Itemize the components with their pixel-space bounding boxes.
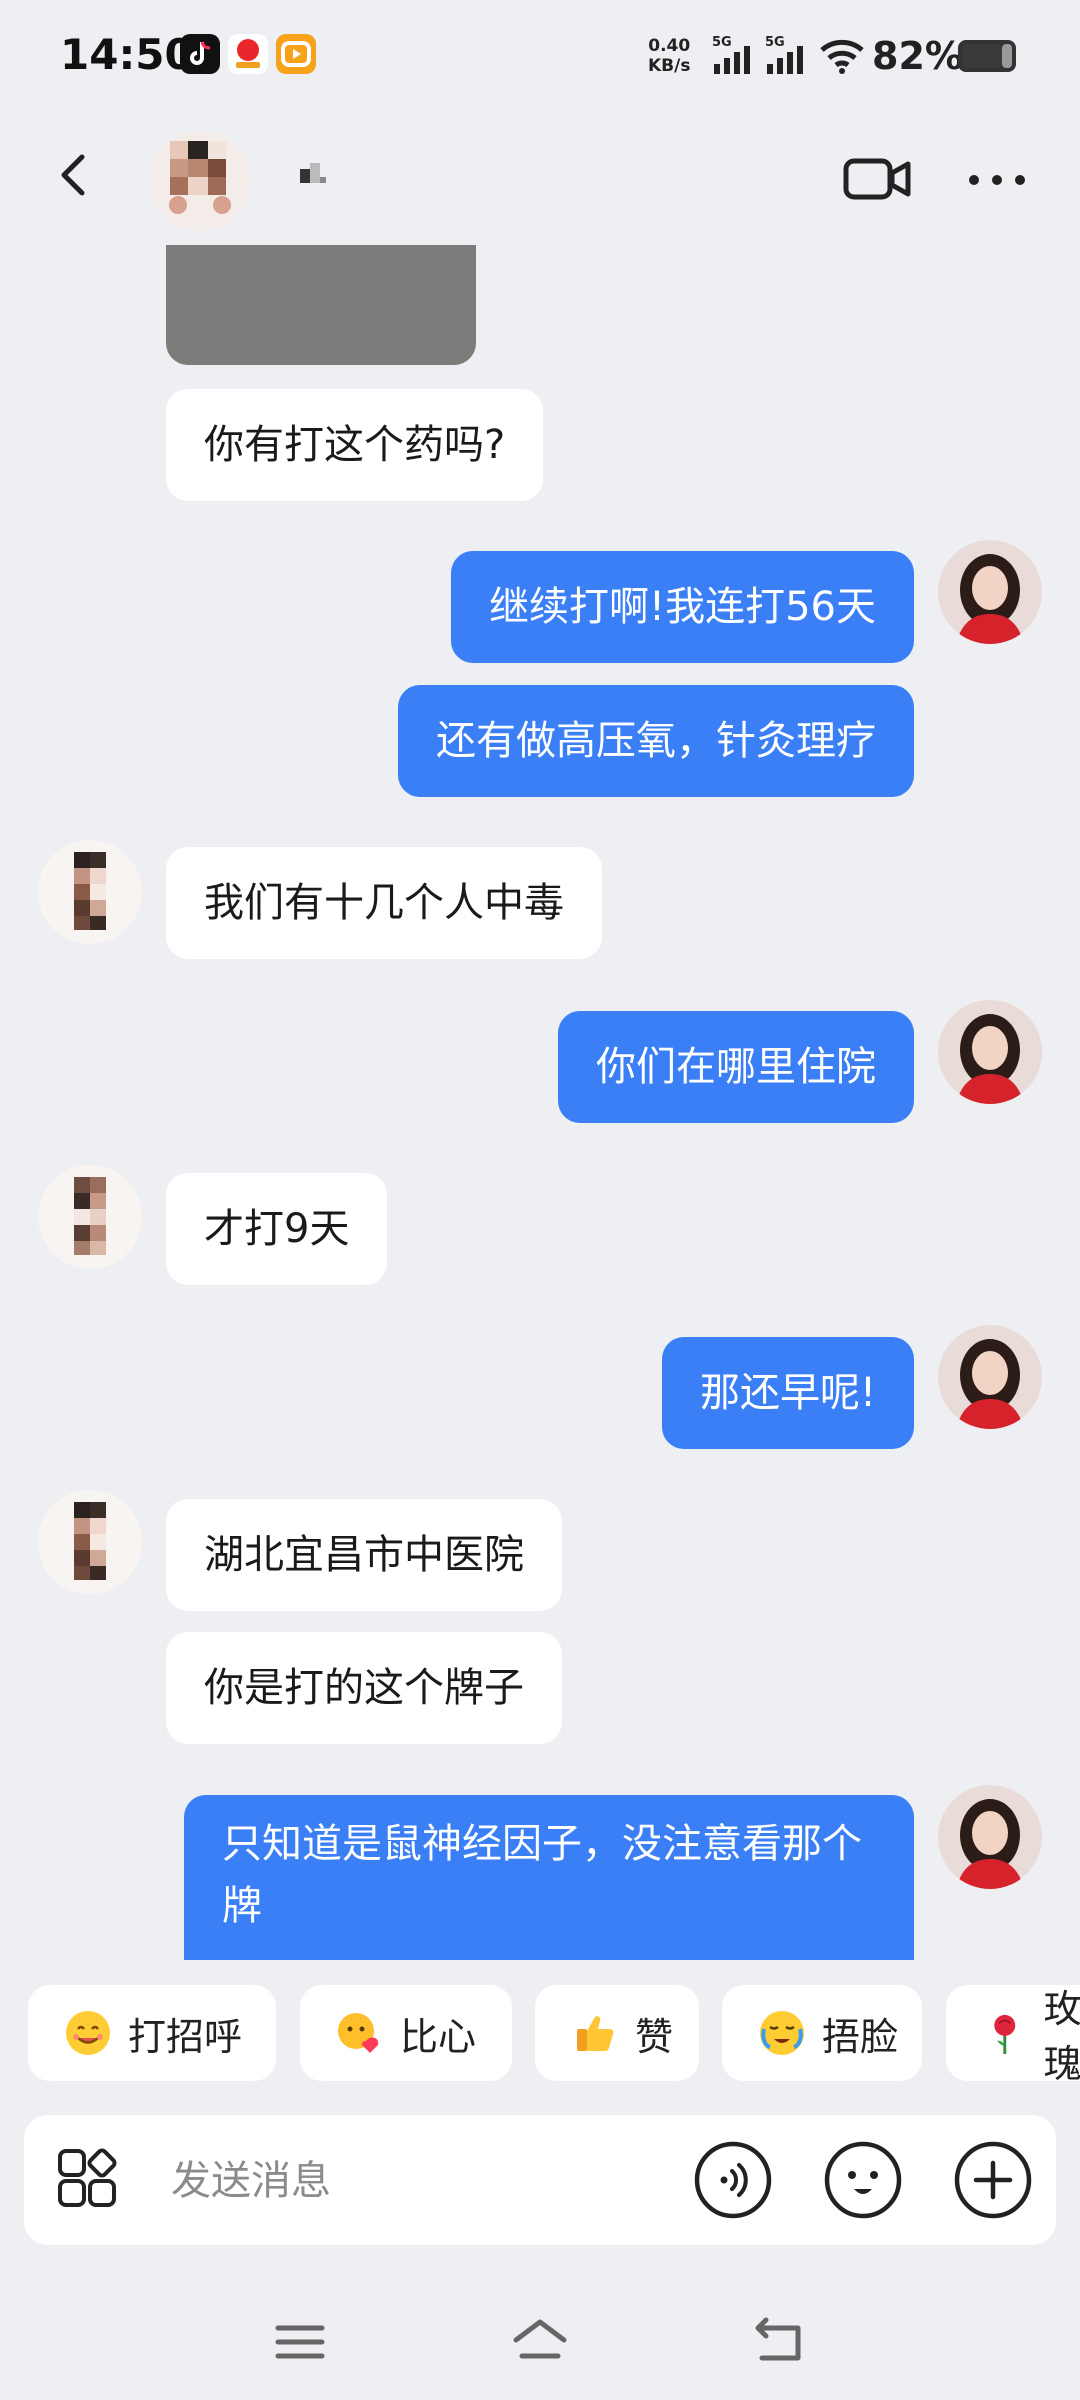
- facepalm-emoji-icon: [760, 2011, 804, 2055]
- heart-hands-emoji-icon: [338, 2013, 379, 2053]
- battery-icon: [958, 40, 1016, 72]
- contact-avatar-small[interactable]: [38, 1165, 142, 1269]
- battery-percent: 82%: [872, 34, 963, 78]
- my-avatar[interactable]: [938, 540, 1042, 644]
- contact-avatar-small[interactable]: [38, 840, 142, 944]
- video-call-button[interactable]: [842, 151, 914, 207]
- message-bubble-incoming[interactable]: 湖北宜昌市中医院: [166, 1499, 562, 1611]
- signal-5g-icon-2: 5G: [765, 34, 811, 82]
- status-time: 14:50: [60, 30, 194, 79]
- my-avatar[interactable]: [938, 1785, 1042, 1889]
- back-nav-icon: [755, 2317, 801, 2361]
- add-button[interactable]: [952, 2139, 1034, 2221]
- my-avatar[interactable]: [938, 1325, 1042, 1429]
- video-app-notification-icon: [276, 34, 316, 74]
- network-speed: 0.40 KB/s: [648, 36, 691, 76]
- message-input[interactable]: [169, 2149, 673, 2213]
- status-bar: 14:50 0.40 KB/s 5G 5G 82%: [0, 0, 1080, 115]
- back-nav-button[interactable]: [748, 2310, 812, 2374]
- thumbs-up-emoji-icon: [577, 2016, 614, 2051]
- quick-reply-chip[interactable]: 赞: [535, 1985, 699, 2081]
- quick-reply-chip[interactable]: 捂脸: [722, 1985, 922, 2081]
- signal-5g-icon: 5G: [712, 34, 758, 82]
- image-message[interactable]: [166, 245, 476, 365]
- home-icon: [513, 2319, 567, 2359]
- message-list[interactable]: 你有打这个药吗? 继续打啊!我连打56天 还有做高压氧，针灸理疗 我们有十几个人…: [0, 245, 1080, 1960]
- contact-name: [296, 159, 366, 189]
- svg-text:5G: 5G: [765, 35, 785, 50]
- more-icon: [969, 175, 1025, 185]
- message-bubble-outgoing[interactable]: 那还早呢!: [661, 1337, 914, 1449]
- message-bubble-incoming[interactable]: 你是打的这个牌子: [166, 1632, 562, 1744]
- quick-reply-chip[interactable]: 比心: [300, 1985, 512, 2081]
- svg-text:5G: 5G: [712, 35, 732, 50]
- apps-button[interactable]: [54, 2145, 124, 2215]
- home-nav-button[interactable]: [508, 2310, 572, 2374]
- emoji-button[interactable]: [822, 2139, 904, 2221]
- rose-emoji-icon: [994, 2014, 1016, 2054]
- quick-reply-chip[interactable]: 玫瑰: [946, 1985, 1080, 2085]
- back-button[interactable]: [46, 145, 106, 205]
- contact-avatar[interactable]: [150, 131, 250, 231]
- quick-reply-chip[interactable]: 打招呼: [28, 1985, 276, 2081]
- tiktok-notification-icon: [180, 34, 220, 74]
- emoji-icon: [824, 2141, 902, 2219]
- smile-emoji-icon: [66, 2011, 110, 2055]
- news-notification-icon: [228, 34, 268, 74]
- message-bubble-outgoing[interactable]: 还有做高压氧，针灸理疗: [398, 685, 914, 797]
- message-bubble-incoming[interactable]: 你有打这个药吗?: [166, 389, 544, 501]
- voice-button[interactable]: [692, 2139, 774, 2221]
- video-call-icon: [843, 158, 911, 200]
- system-navigation-bar: [0, 2270, 1080, 2400]
- message-bubble-incoming[interactable]: 才打9天: [166, 1173, 388, 1285]
- menu-nav-button[interactable]: [268, 2310, 332, 2374]
- more-button[interactable]: [962, 155, 1032, 205]
- back-icon: [61, 154, 85, 196]
- message-bubble-outgoing[interactable]: 只知道是鼠神经因子，没注意看那个牌: [184, 1795, 914, 1960]
- plus-icon: [954, 2141, 1032, 2219]
- quick-reply-bar: 打招呼 比心 赞 捂脸 玫瑰: [0, 1985, 1080, 2085]
- message-bubble-outgoing[interactable]: 继续打啊!我连打56天: [451, 551, 914, 663]
- voice-icon: [694, 2141, 772, 2219]
- menu-icon: [275, 2325, 325, 2359]
- message-input-bar: [24, 2115, 1056, 2245]
- message-bubble-outgoing[interactable]: 你们在哪里住院: [558, 1011, 914, 1123]
- contact-avatar-small[interactable]: [38, 1490, 142, 1594]
- wifi-icon: [818, 38, 866, 78]
- message-bubble-incoming[interactable]: 我们有十几个人中毒: [166, 847, 602, 959]
- my-avatar[interactable]: [938, 1000, 1042, 1104]
- apps-grid-icon: [58, 2148, 117, 2207]
- chat-header: [0, 115, 1080, 245]
